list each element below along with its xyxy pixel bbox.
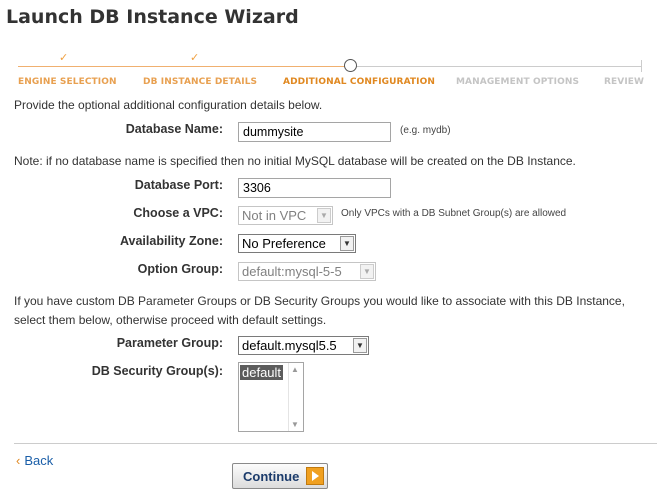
progress-end-tick bbox=[641, 60, 642, 72]
vpc-select-value: Not in VPC bbox=[242, 208, 307, 223]
current-step-indicator bbox=[344, 59, 357, 72]
chevron-left-icon: ‹ bbox=[16, 453, 21, 468]
step-db-instance-details: DB INSTANCE DETAILS bbox=[143, 77, 258, 87]
availability-zone-label: Availability Zone: bbox=[119, 234, 223, 248]
database-port-input[interactable] bbox=[238, 178, 391, 198]
back-link-label: Back bbox=[24, 453, 54, 468]
step-management-options: MANAGEMENT OPTIONS bbox=[456, 77, 580, 87]
chevron-down-icon: ▼ bbox=[340, 236, 354, 251]
page-title: Launch DB Instance Wizard bbox=[6, 6, 299, 28]
availability-zone-select[interactable]: No Preference ▼ bbox=[238, 234, 356, 253]
chevron-down-icon: ▼ bbox=[291, 420, 299, 429]
step-additional-configuration: ADDITIONAL CONFIGURATION bbox=[283, 77, 436, 87]
continue-button[interactable]: Continue bbox=[232, 463, 328, 489]
database-port-label: Database Port: bbox=[134, 178, 223, 192]
custom-groups-text-line1: If you have custom DB Parameter Groups o… bbox=[14, 294, 625, 308]
vpc-select[interactable]: Not in VPC ▼ bbox=[238, 206, 333, 225]
option-group-select[interactable]: default:mysql-5-5 ▼ bbox=[238, 262, 376, 281]
parameter-group-label: Parameter Group: bbox=[116, 336, 223, 350]
vpc-hint: Only VPCs with a DB Subnet Group(s) are … bbox=[341, 208, 567, 219]
chevron-down-icon: ▼ bbox=[317, 208, 331, 223]
chevron-up-icon: ▲ bbox=[291, 365, 299, 374]
checkmark-icon: ✓ bbox=[190, 52, 200, 64]
checkmark-icon: ✓ bbox=[59, 52, 69, 64]
security-group-option-default[interactable]: default bbox=[240, 365, 284, 380]
step-engine-selection: ENGINE SELECTION bbox=[18, 77, 117, 87]
chevron-down-icon: ▼ bbox=[360, 264, 374, 279]
security-groups-listbox[interactable]: default ▲ ▼ bbox=[238, 362, 304, 432]
availability-zone-select-value: No Preference bbox=[242, 236, 326, 251]
parameter-group-select[interactable]: default.mysql5.5 ▼ bbox=[238, 336, 369, 355]
option-group-label: Option Group: bbox=[137, 262, 223, 276]
chevron-down-icon: ▼ bbox=[353, 338, 367, 353]
option-group-select-value: default:mysql-5-5 bbox=[242, 264, 342, 279]
back-link[interactable]: ‹ Back bbox=[16, 453, 53, 468]
intro-text: Provide the optional additional configur… bbox=[14, 98, 323, 112]
database-name-hint: (e.g. mydb) bbox=[400, 125, 451, 136]
parameter-group-select-value: default.mysql5.5 bbox=[242, 338, 337, 353]
database-name-label: Database Name: bbox=[125, 122, 223, 136]
footer-divider bbox=[14, 443, 657, 444]
custom-groups-text-line2: select them below, otherwise proceed wit… bbox=[14, 313, 327, 327]
database-name-input[interactable] bbox=[238, 122, 391, 142]
arrow-right-icon bbox=[306, 467, 324, 485]
step-review: REVIEW bbox=[604, 77, 645, 87]
progress-track-remaining bbox=[354, 66, 641, 67]
continue-button-label: Continue bbox=[243, 469, 300, 484]
vpc-label: Choose a VPC: bbox=[133, 206, 223, 220]
security-groups-label: DB Security Group(s): bbox=[91, 364, 223, 378]
listbox-scrollbar[interactable]: ▲ ▼ bbox=[288, 363, 303, 431]
database-name-note: Note: if no database name is specified t… bbox=[14, 154, 576, 168]
